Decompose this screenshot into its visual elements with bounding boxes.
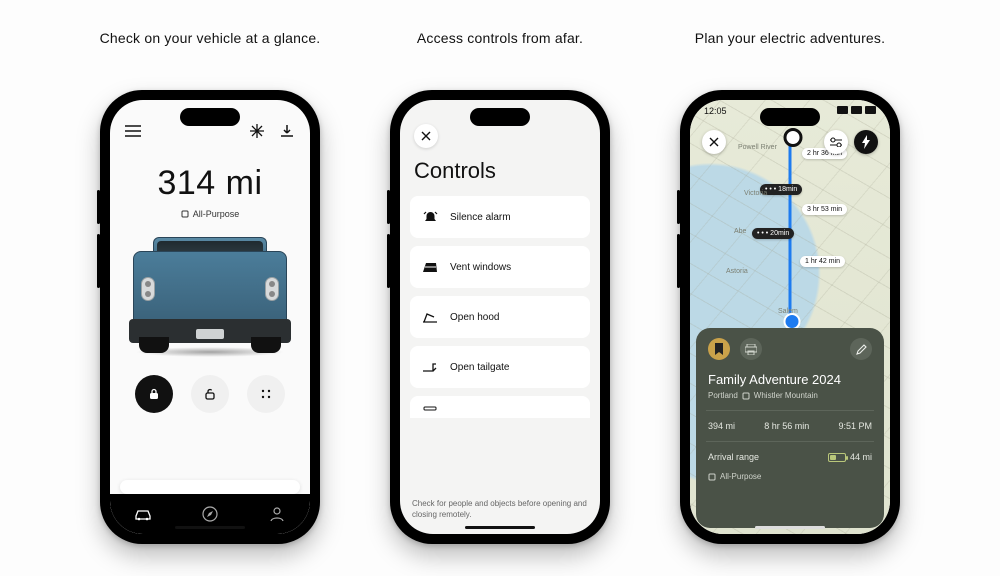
trip-mode: All-Purpose xyxy=(708,472,872,481)
download-icon[interactable] xyxy=(278,122,296,140)
charge-stop-label: • • • 20min xyxy=(752,228,794,239)
control-open-hood[interactable]: Open hood xyxy=(410,296,590,338)
map-place-label: Victoria xyxy=(744,190,767,197)
mode-icon xyxy=(181,210,189,218)
caption-3: Plan your electric adventures. xyxy=(695,30,885,46)
control-label: Silence alarm xyxy=(450,212,511,223)
partial-icon xyxy=(422,399,438,415)
notch xyxy=(180,108,240,126)
hood-icon xyxy=(422,309,438,325)
notch xyxy=(470,108,530,126)
menu-icon[interactable] xyxy=(124,122,142,140)
vehicle-image xyxy=(125,237,295,357)
climate-icon[interactable] xyxy=(248,122,266,140)
close-button[interactable] xyxy=(414,124,438,148)
home-indicator xyxy=(175,526,245,529)
caption-2: Access controls from afar. xyxy=(417,30,583,46)
chip-print[interactable] xyxy=(740,338,762,360)
trip-name: Family Adventure 2024 xyxy=(708,372,872,387)
window-icon xyxy=(422,259,438,275)
mode-icon xyxy=(708,473,716,481)
drive-mode: All-Purpose xyxy=(110,209,310,219)
map-place-label: Abe xyxy=(734,228,746,235)
chip-edit[interactable] xyxy=(850,338,872,360)
drive-segment-label: 1 hr 42 min xyxy=(800,256,845,267)
route-separator-icon xyxy=(742,392,750,400)
control-silence-alarm[interactable]: Silence alarm xyxy=(410,196,590,238)
control-open-tailgate[interactable]: Open tailgate xyxy=(410,346,590,388)
controls-list: Silence alarm Vent windows Open hood xyxy=(400,196,600,418)
alarm-icon xyxy=(422,209,438,225)
status-icons xyxy=(837,106,876,114)
control-vent-windows[interactable]: Vent windows xyxy=(410,246,590,288)
trip-route: Portland Whistler Mountain xyxy=(708,391,872,400)
peek-card[interactable] xyxy=(120,480,300,494)
range-value: 314 mi xyxy=(110,164,310,203)
tailgate-icon xyxy=(422,359,438,375)
arrival-range-label: Arrival range xyxy=(708,452,759,462)
chip-bookmark[interactable] xyxy=(708,338,730,360)
tab-profile[interactable] xyxy=(267,504,287,524)
control-item-partial[interactable] xyxy=(410,396,590,418)
battery-icon xyxy=(828,453,846,462)
notch xyxy=(760,108,820,126)
trip-stats: 394 mi 8 hr 56 min 9:51 PM xyxy=(708,421,872,431)
map-place-label: Astoria xyxy=(726,268,748,275)
status-time: 12:05 xyxy=(704,106,727,116)
arrival-range-value: 44 mi xyxy=(828,452,872,462)
controls-footer: Check for people and objects before open… xyxy=(412,499,588,520)
lock-button[interactable] xyxy=(135,375,173,413)
tab-explore[interactable] xyxy=(200,504,220,524)
unlock-button[interactable] xyxy=(191,375,229,413)
trip-sheet: Family Adventure 2024 Portland Whistler … xyxy=(696,328,884,528)
more-actions-button[interactable] xyxy=(247,375,285,413)
map-charging-button[interactable] xyxy=(854,130,878,154)
phone-trip: 12:05 2 hr 36 min• • • 18min3 hr 53 min•… xyxy=(680,90,900,544)
map-settings-button[interactable] xyxy=(824,130,848,154)
drive-segment-label: 3 hr 53 min xyxy=(802,204,847,215)
control-label: Open hood xyxy=(450,312,500,323)
controls-title: Controls xyxy=(400,148,600,196)
map-close-button[interactable] xyxy=(702,130,726,154)
map-place-label: Salem xyxy=(778,308,798,315)
tab-vehicle[interactable] xyxy=(133,504,153,524)
control-label: Open tailgate xyxy=(450,362,510,373)
phone-controls: Controls Silence alarm Vent windows xyxy=(390,90,610,544)
phone-glance: 314 mi All-Purpose xyxy=(100,90,320,544)
map-place-label: Powell River xyxy=(738,144,777,151)
home-indicator xyxy=(465,526,535,529)
caption-1: Check on your vehicle at a glance. xyxy=(100,30,321,46)
home-indicator xyxy=(755,526,825,529)
control-label: Vent windows xyxy=(450,262,511,273)
